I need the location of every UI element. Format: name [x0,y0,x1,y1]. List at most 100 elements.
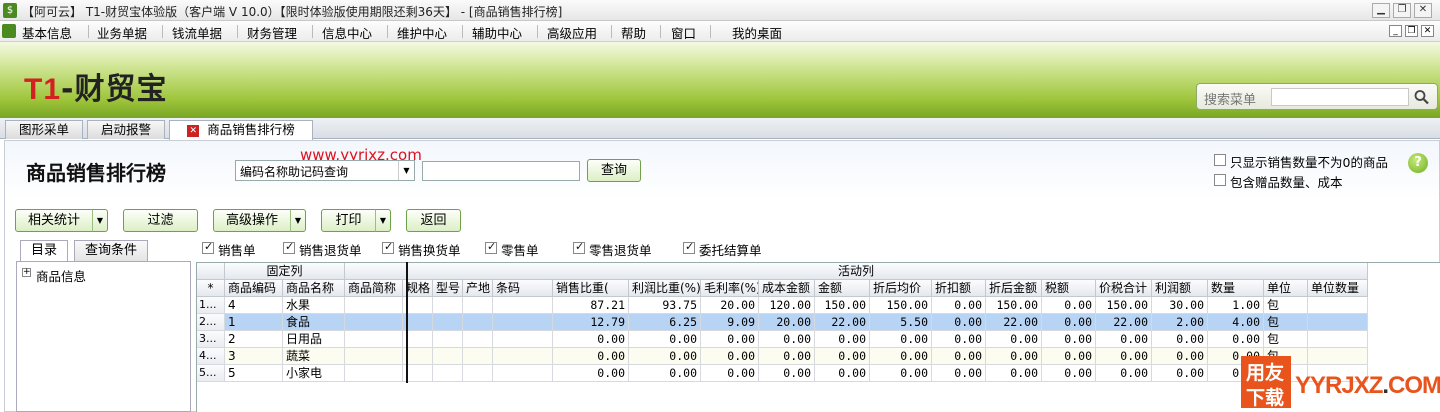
cell-origin[interactable] [463,365,493,382]
cell-unit-qty[interactable] [1308,331,1368,348]
cell-net-amount[interactable]: 0.00 [986,365,1042,382]
nonzero-only-checkbox[interactable] [1214,154,1226,166]
cell-barcode[interactable] [493,314,553,331]
menu-search-input[interactable] [1271,88,1409,106]
cell-profit[interactable]: 2.00 [1152,314,1208,331]
cell-qty[interactable]: 1.00 [1208,297,1264,314]
menu-business-docs[interactable]: 业务单据 [97,23,147,42]
column-header-profit-pct-col[interactable]: 利润比重(%) [629,280,701,297]
cell-profit-pct[interactable]: 0.00 [629,331,701,348]
cell-tax[interactable]: 0.00 [1042,314,1096,331]
cell-model[interactable] [433,348,463,365]
cell-profit-pct[interactable]: 0.00 [629,365,701,382]
cell-net-amount[interactable]: 0.00 [986,331,1042,348]
column-header-qty-col[interactable]: 数量 [1208,280,1264,297]
cell-cost[interactable]: 0.00 [759,331,815,348]
restore-icon[interactable]: ❐ [1393,3,1411,18]
cell-net-amount[interactable]: 22.00 [986,314,1042,331]
cell-margin[interactable]: 9.09 [701,314,759,331]
column-header-code-col[interactable]: 商品编码 [225,280,283,297]
advanced-ops-button[interactable]: 高级操作 [213,209,291,232]
menu-aux-center[interactable]: 辅助中心 [472,23,522,42]
column-header-model-col[interactable]: 型号 [433,280,463,297]
cell-avg-price[interactable]: 0.00 [870,348,932,365]
include-gifts-checkbox[interactable] [1214,174,1226,186]
cell-amount[interactable]: 150.00 [815,297,870,314]
cell-cost[interactable]: 0.00 [759,348,815,365]
doctype-checkbox-retail[interactable] [485,240,497,254]
cell-barcode[interactable] [493,365,553,382]
cell-total[interactable]: 150.00 [1096,297,1152,314]
cell-net-amount[interactable]: 150.00 [986,297,1042,314]
cell-unit-qty[interactable] [1308,314,1368,331]
query-mode-select[interactable]: 编码名称助记码查询 ▼ [235,160,415,181]
cell-code[interactable]: 3 [225,348,283,365]
cell-code[interactable]: 5 [225,365,283,382]
cell-abbr[interactable] [345,331,403,348]
cell-cost[interactable]: 20.00 [759,314,815,331]
cell-code[interactable]: 2 [225,331,283,348]
advanced-ops-dropdown-icon[interactable]: ▼ [290,209,306,232]
cell-sales-pct[interactable]: 0.00 [553,331,629,348]
cell-avg-price[interactable]: 150.00 [870,297,932,314]
cell-name[interactable]: 日用品 [283,331,345,348]
row-number-cell[interactable]: 2... [197,314,225,331]
related-stats-button[interactable]: 相关统计 [15,209,93,232]
cell-margin[interactable]: 20.00 [701,297,759,314]
doctype-checkbox-sales[interactable] [202,240,214,254]
cell-amount[interactable]: 0.00 [815,365,870,382]
cell-tax[interactable]: 0.00 [1042,331,1096,348]
mdi-restore-icon[interactable]: ❐ [1405,25,1418,37]
cell-unit[interactable]: 包 [1264,331,1308,348]
cell-discount[interactable]: 0.00 [932,314,986,331]
cell-avg-price[interactable]: 0.00 [870,331,932,348]
table-row[interactable]: 1... 4 水果 87.21 93.75 20.00 120.00 150.00 150.00… [197,297,1368,314]
tab-query-conditions[interactable]: 查询条件 [74,240,148,261]
search-icon[interactable] [1413,89,1431,105]
cell-tax[interactable]: 0.00 [1042,348,1096,365]
cell-amount[interactable]: 0.00 [815,331,870,348]
cell-qty[interactable]: 0.00 [1208,331,1264,348]
cell-origin[interactable] [463,297,493,314]
doctype-checkbox-sales-return[interactable] [283,240,295,254]
cell-amount[interactable]: 0.00 [815,348,870,365]
cell-discount[interactable]: 0.00 [932,331,986,348]
doctype-checkbox-retail-return[interactable] [573,240,585,254]
cell-abbr[interactable] [345,314,403,331]
cell-discount[interactable]: 0.00 [932,365,986,382]
menu-cash-docs[interactable]: 钱流单据 [172,23,222,42]
cell-abbr[interactable] [345,297,403,314]
row-number-cell[interactable]: 4... [197,348,225,365]
select-all-cell[interactable]: * [197,280,225,297]
cell-origin[interactable] [463,331,493,348]
cell-profit[interactable]: 0.00 [1152,365,1208,382]
menu-maintenance[interactable]: 维护中心 [397,23,447,42]
column-header-unit-col[interactable]: 单位 [1264,280,1308,297]
tab-sales-ranking[interactable]: ✕ 商品销售排行榜 [169,120,313,140]
cell-total[interactable]: 0.00 [1096,348,1152,365]
help-icon[interactable]: ? [1408,153,1428,173]
cell-profit-pct[interactable]: 6.25 [629,314,701,331]
cell-sales-pct[interactable]: 0.00 [553,365,629,382]
chevron-down-icon[interactable]: ▼ [398,161,414,180]
close-tab-icon[interactable]: ✕ [187,124,200,137]
cell-name[interactable]: 水果 [283,297,345,314]
cell-profit-pct[interactable]: 93.75 [629,297,701,314]
minimize-icon[interactable]: ▁ [1372,3,1390,18]
cell-barcode[interactable] [493,297,553,314]
table-row[interactable]: 3... 2 日用品 0.00 0.00 0.00 0.00 0.00 0.00 0.00 0.00… [197,331,1368,348]
cell-margin[interactable]: 0.00 [701,331,759,348]
cell-profit[interactable]: 0.00 [1152,348,1208,365]
cell-abbr[interactable] [345,348,403,365]
cell-unit-qty[interactable] [1308,348,1368,365]
cell-tax[interactable]: 0.00 [1042,297,1096,314]
cell-profit[interactable]: 30.00 [1152,297,1208,314]
cell-name[interactable]: 食品 [283,314,345,331]
cell-cost[interactable]: 0.00 [759,365,815,382]
close-icon[interactable]: ✕ [1414,3,1432,18]
row-number-cell[interactable]: 5... [197,365,225,382]
cell-sales-pct[interactable]: 12.79 [553,314,629,331]
doctype-checkbox-sales-exchange[interactable] [382,240,394,254]
table-row[interactable]: 2... 1 食品 12.79 6.25 9.09 20.00 22.00 5.50 0.00 22… [197,314,1368,331]
cell-abbr[interactable] [345,365,403,382]
